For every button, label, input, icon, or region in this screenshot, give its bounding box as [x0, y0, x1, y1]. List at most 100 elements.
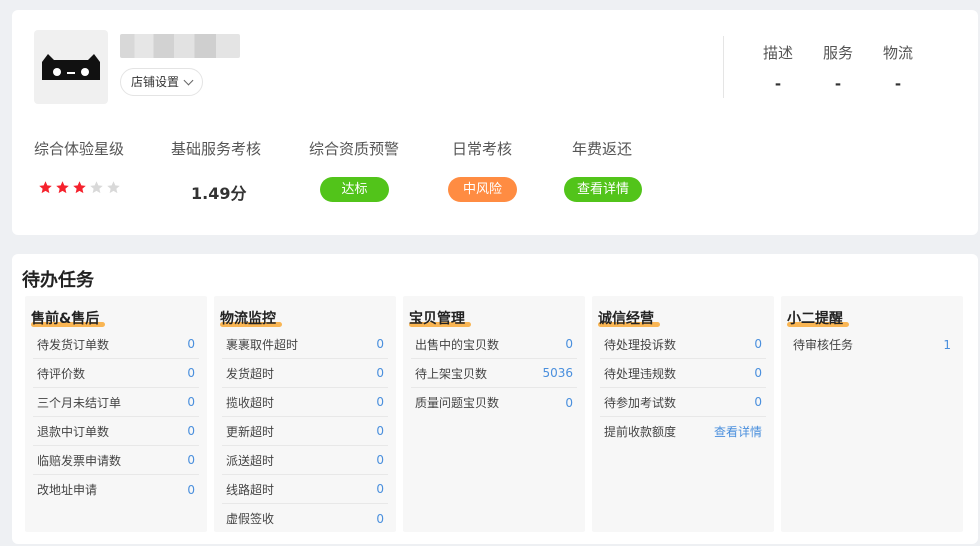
- row-count[interactable]: 0: [376, 395, 384, 409]
- list-item[interactable]: 待处理违规数 0: [600, 359, 766, 388]
- row-label: 出售中的宝贝数: [415, 337, 500, 352]
- row-count[interactable]: 0: [376, 453, 384, 467]
- panel-staff-reminder: 小二提醒 待审核任务 1: [781, 296, 963, 532]
- score-label: 描述: [762, 44, 793, 62]
- row-label: 揽收超时: [226, 395, 275, 410]
- list-item[interactable]: 出售中的宝贝数 0: [411, 330, 577, 359]
- row-count[interactable]: 0: [754, 337, 762, 351]
- metric-daily: 日常考核: [452, 138, 512, 159]
- row-count[interactable]: 0: [754, 395, 762, 409]
- service-score-value: 1.49分: [191, 184, 247, 203]
- row-count[interactable]: 0: [565, 396, 573, 410]
- row-count[interactable]: 0: [187, 366, 195, 380]
- metric-annual-fee: 年费返还: [572, 138, 632, 159]
- metric-label: 综合体验星级: [34, 140, 125, 158]
- list-item[interactable]: 待参加考试数 0: [600, 388, 766, 417]
- row-label: 退款中订单数: [37, 424, 110, 439]
- panel-title: 宝贝管理: [409, 308, 471, 328]
- row-label: 更新超时: [226, 424, 275, 439]
- chevron-down-icon: [183, 75, 194, 85]
- tmall-cat-logo-icon: [42, 54, 100, 80]
- star-filled-icon: [56, 181, 69, 194]
- score-value: -: [894, 75, 902, 93]
- row-count[interactable]: 5036: [542, 366, 573, 380]
- list-item[interactable]: 待处理投诉数 0: [600, 330, 766, 359]
- row-label: 提前收款额度: [604, 425, 677, 439]
- list-item[interactable]: 临赔发票申请数 0: [33, 446, 199, 475]
- row-count[interactable]: 0: [187, 483, 195, 497]
- list-item[interactable]: 改地址申请 0: [33, 475, 199, 504]
- row-label: 派送超时: [226, 453, 275, 468]
- row-count[interactable]: 0: [187, 424, 195, 438]
- row-count[interactable]: 0: [376, 337, 384, 351]
- shop-overview-card: 店铺设置 描述 - 服务 - 物流 - 综合体验星级 基础服务考核 1.49分 …: [12, 10, 978, 235]
- list-item[interactable]: 裹裹取件超时 0: [222, 330, 388, 359]
- panel-logistics-monitor: 物流监控 裹裹取件超时 0 发货超时 0 揽收超时 0 更新超时 0 派送超时 0 线路超…: [214, 296, 396, 532]
- star-empty-icon: [107, 181, 120, 194]
- shop-settings-dropdown[interactable]: 店铺设置: [120, 68, 204, 96]
- row-count[interactable]: 0: [376, 482, 384, 496]
- row-count[interactable]: 0: [376, 366, 384, 380]
- list-item[interactable]: 提前收款额度 查看详情: [600, 417, 766, 446]
- metric-service: 基础服务考核: [171, 138, 261, 159]
- row-label: 待处理违规数: [604, 366, 677, 381]
- row-count[interactable]: 1: [943, 338, 951, 352]
- divider: [723, 36, 724, 98]
- list-item[interactable]: 更新超时 0: [222, 417, 388, 446]
- daily-risk-badge[interactable]: 中风险: [448, 177, 517, 202]
- row-label: 虚假签收: [226, 512, 275, 526]
- panel-title: 诚信经营: [598, 308, 660, 328]
- row-label: 临赔发票申请数: [37, 453, 122, 468]
- row-count[interactable]: 0: [187, 453, 195, 467]
- metric-label: 综合资质预警: [309, 140, 400, 158]
- list-item[interactable]: 退款中订单数 0: [33, 417, 199, 446]
- shop-name-redacted: [120, 34, 240, 58]
- row-count[interactable]: 0: [376, 424, 384, 438]
- panel-presale-aftersale: 售前&售后 待发货订单数 0 待评价数 0 三个月未结订单 0 退款中订单数 0 临赔发…: [25, 296, 207, 532]
- list-item[interactable]: 质量问题宝贝数 0: [411, 388, 577, 417]
- row-count[interactable]: 0: [565, 337, 573, 351]
- panel-item-management: 宝贝管理 出售中的宝贝数 0 待上架宝贝数 5036 质量问题宝贝数 0: [403, 296, 585, 532]
- row-count[interactable]: 0: [187, 337, 195, 351]
- list-item[interactable]: 待上架宝贝数 5036: [411, 359, 577, 388]
- qualification-status-badge[interactable]: 达标: [320, 177, 389, 202]
- list-item[interactable]: 发货超时 0: [222, 359, 388, 388]
- score-label: 物流: [882, 44, 913, 62]
- row-label: 待评价数: [37, 366, 86, 381]
- row-label: 发货超时: [226, 366, 275, 381]
- row-count[interactable]: 0: [376, 512, 384, 526]
- row-count[interactable]: 0: [754, 366, 762, 380]
- score-value: -: [774, 75, 782, 93]
- experience-star-rating: [38, 180, 121, 195]
- metric-label: 日常考核: [452, 140, 513, 158]
- row-count[interactable]: 0: [187, 395, 195, 409]
- shop-settings-label: 店铺设置: [131, 75, 180, 89]
- shop-logo: [34, 30, 108, 104]
- row-label: 待处理投诉数: [604, 337, 677, 352]
- list-item[interactable]: 待发货订单数 0: [33, 330, 199, 359]
- list-item[interactable]: 虚假签收 0: [222, 504, 388, 533]
- view-details-link[interactable]: 查看详情: [714, 423, 762, 440]
- list-item[interactable]: 线路超时 0: [222, 475, 388, 504]
- list-item[interactable]: 待审核任务 1: [789, 330, 955, 359]
- star-filled-icon: [39, 181, 52, 194]
- annual-fee-details-button[interactable]: 查看详情: [564, 177, 642, 202]
- star-empty-icon: [90, 181, 103, 194]
- metric-label: 年费返还: [572, 140, 633, 158]
- panel-title-text: 宝贝管理: [409, 311, 465, 327]
- panel-integrity: 诚信经营 待处理投诉数 0 待处理违规数 0 待参加考试数 0 提前收款额度 查看详情: [592, 296, 774, 532]
- score-logistics: 物流 -: [868, 42, 928, 93]
- panel-title-text: 诚信经营: [598, 311, 654, 327]
- score-label: 服务: [822, 44, 853, 62]
- row-label: 改地址申请: [37, 483, 98, 497]
- panel-title-text: 物流监控: [220, 311, 276, 327]
- list-item[interactable]: 揽收超时 0: [222, 388, 388, 417]
- panel-title: 小二提醒: [787, 308, 849, 328]
- row-label: 线路超时: [226, 482, 275, 497]
- list-item[interactable]: 三个月未结订单 0: [33, 388, 199, 417]
- list-item[interactable]: 派送超时 0: [222, 446, 388, 475]
- panel-title: 物流监控: [220, 308, 282, 328]
- list-item[interactable]: 待评价数 0: [33, 359, 199, 388]
- metric-experience: 综合体验星级: [34, 138, 124, 159]
- metric-label: 基础服务考核: [171, 140, 262, 158]
